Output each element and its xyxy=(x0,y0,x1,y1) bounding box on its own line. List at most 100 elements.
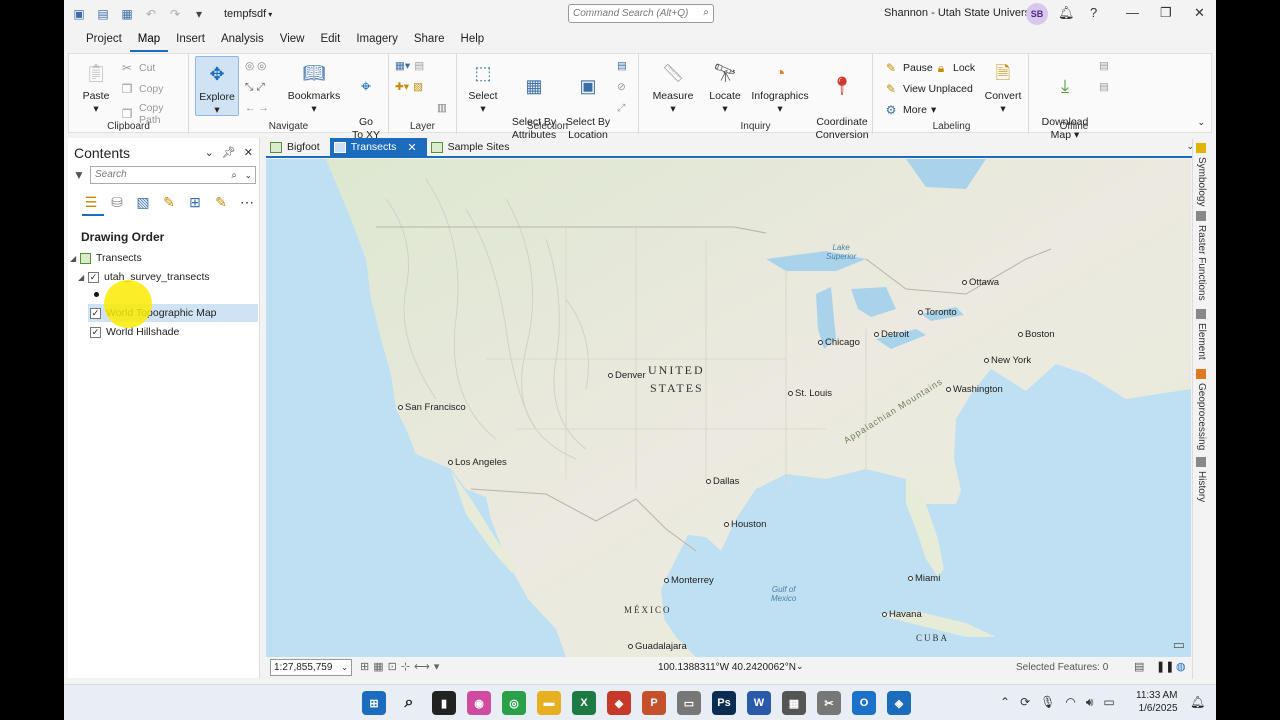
collapse-ribbon-icon[interactable]: ⌄ xyxy=(1197,117,1205,128)
lock-labeling-button[interactable]: 🔒︎ Lock xyxy=(933,60,975,76)
dock-tab-symbology[interactable]: Symbology xyxy=(1196,143,1207,206)
sync-icon[interactable]: ▤ xyxy=(1099,60,1109,72)
scale-select[interactable]: 1:27,855,759 ⌄ xyxy=(270,659,352,676)
search-dropdown-icon[interactable]: ⌄ xyxy=(244,167,252,183)
dock-tab-history[interactable]: History xyxy=(1196,457,1207,502)
tab-map[interactable]: Map xyxy=(129,28,169,52)
infographics-button[interactable]: ◔ Infographics ▾ xyxy=(749,56,811,116)
list-by-snapping-icon[interactable]: ⊞ xyxy=(186,192,204,212)
volume-icon[interactable]: 🔊︎ xyxy=(1086,695,1094,710)
dock-tab-geoprocessing[interactable]: Geoprocessing xyxy=(1196,369,1207,450)
notifications-icon[interactable]: 🔔︎ xyxy=(1058,5,1075,21)
tab-analysis[interactable]: Analysis xyxy=(213,28,272,52)
avatar[interactable]: SB xyxy=(1026,3,1048,25)
microphone-icon[interactable]: 🎙︎ xyxy=(1040,695,1055,710)
taskbar-clock[interactable]: 11:33 AM 1/6/2025 xyxy=(1136,689,1178,715)
select-button[interactable]: ⬚ Select ▾ xyxy=(459,56,507,116)
remote-desktop-icon[interactable]: ▭ xyxy=(677,691,701,715)
tab-project[interactable]: Project xyxy=(78,28,130,52)
list-by-labeling-icon[interactable]: ✎ xyxy=(212,192,230,212)
tab-imagery[interactable]: Imagery xyxy=(348,28,406,52)
arcmap-icon[interactable]: ◆ xyxy=(607,691,631,715)
layer-utah-survey-transects[interactable]: ◢ ✓ utah_survey_transects xyxy=(78,268,210,286)
map-tools-icons[interactable]: ⊞▦⊡⊹⟷▾ xyxy=(360,660,443,673)
close-icon[interactable]: ✕ xyxy=(1194,5,1205,21)
wifi-icon[interactable]: ◠ xyxy=(1065,695,1075,710)
paste-button[interactable]: 📋︎ Paste ▾ xyxy=(71,56,121,116)
snipping-tool-icon[interactable]: ✂ xyxy=(817,691,841,715)
layer-visibility-checkbox[interactable]: ✓ xyxy=(90,307,101,319)
contents-search-input[interactable]: Search ⌕ ⌄ xyxy=(90,166,256,184)
collapse-icon[interactable]: ◢ xyxy=(70,254,80,263)
locate-button[interactable]: 🔭︎ Locate ▾ xyxy=(701,56,749,116)
undo-icon[interactable]: ↶ xyxy=(142,5,160,23)
tab-insert[interactable]: Insert xyxy=(168,28,213,52)
copy-button[interactable]: ❐ Copy xyxy=(119,81,164,97)
show-hidden-icons-icon[interactable]: ⌃ xyxy=(1000,695,1010,710)
tab-sample-sites[interactable]: Sample Sites xyxy=(427,138,520,156)
list-by-drawing-order-icon[interactable]: ☰ xyxy=(82,192,100,212)
coordinate-format-dropdown-icon[interactable]: ⌄ xyxy=(796,661,804,672)
refresh-icon[interactable]: ▤ xyxy=(1134,660,1144,673)
explore-button[interactable]: ✥ Explore ▾ xyxy=(195,56,239,116)
fixed-zoom-icon[interactable]: ⤡ ⤢ xyxy=(245,81,265,94)
layer-visibility-checkbox[interactable]: ✓ xyxy=(88,271,99,283)
tab-transects[interactable]: Transects ✕ xyxy=(329,138,427,156)
pause-labeling-button[interactable]: ✎ Pause xyxy=(883,60,933,76)
save-project-icon[interactable]: ▦ xyxy=(118,5,136,23)
signed-in-user[interactable]: Shannon - Utah State University xyxy=(884,7,1041,19)
tab-view[interactable]: View xyxy=(272,28,313,52)
more-options-icon[interactable]: ⋯ xyxy=(238,192,256,212)
pane-menu-icon[interactable]: ⌄ xyxy=(205,146,214,159)
arcgis-pro-icon[interactable]: ◈ xyxy=(887,691,911,715)
open-project-icon[interactable]: ▤ xyxy=(94,5,112,23)
new-project-icon[interactable]: ▣ xyxy=(70,5,88,23)
start-icon[interactable]: ⊞ xyxy=(362,691,386,715)
more-labeling-button[interactable]: ⚙ More ▾ xyxy=(883,102,937,118)
measure-button[interactable]: 📏︎ Measure ▾ xyxy=(645,56,701,116)
minimize-icon[interactable]: — xyxy=(1126,5,1139,20)
excel-icon[interactable]: X xyxy=(572,691,596,715)
clear-selection-icon[interactable]: ⊘ xyxy=(617,81,626,93)
powerpoint-icon[interactable]: P xyxy=(642,691,666,715)
close-pane-icon[interactable]: ✕ xyxy=(244,146,253,159)
list-by-selection-icon[interactable]: ▧ xyxy=(134,192,152,212)
zoom-full-extent-icon[interactable]: ◎ ◎ xyxy=(245,60,266,72)
collapse-icon[interactable]: ◢ xyxy=(78,273,88,282)
photoshop-icon[interactable]: Ps xyxy=(712,691,736,715)
list-by-editing-icon[interactable]: ✎ xyxy=(160,192,178,212)
filter-icon[interactable]: ▼ xyxy=(73,168,85,182)
project-name[interactable]: tempfsdf xyxy=(224,8,266,20)
basemap-icon[interactable]: ▦▾ ▤ xyxy=(395,60,424,72)
tab-edit[interactable]: Edit xyxy=(312,28,348,52)
zoom-to-selection-icon[interactable]: ⤢ xyxy=(617,102,625,115)
command-search-input[interactable]: Command Search (Alt+Q) ⌕ xyxy=(568,4,714,23)
add-data-icon[interactable]: ✚▾ ▧ xyxy=(395,81,423,93)
project-dropdown-icon[interactable]: ▾ xyxy=(268,10,272,19)
word-icon[interactable]: W xyxy=(747,691,771,715)
chrome-icon[interactable]: ◎ xyxy=(502,691,526,715)
basemap-attribution-icon[interactable]: ▭ xyxy=(1173,637,1185,653)
calculator-icon[interactable]: ▦ xyxy=(782,691,806,715)
add-preset-icon[interactable]: ▥ xyxy=(437,102,447,114)
tab-bigfoot[interactable]: Bigfoot xyxy=(266,138,330,156)
map-view[interactable]: Lake Superior Gulf of Mexico UNITED STAT… xyxy=(266,159,1191,657)
task-view-icon[interactable]: ▮ xyxy=(432,691,456,715)
selected-features-count[interactable]: Selected Features: 0 xyxy=(1016,662,1108,673)
notifications-icon[interactable]: 🔔︎ xyxy=(1190,695,1205,709)
list-by-data-source-icon[interactable]: ⛁ xyxy=(108,192,126,212)
help-icon[interactable]: ? xyxy=(1090,5,1097,20)
redo-icon[interactable]: ↷ xyxy=(166,5,184,23)
tree-map-transects[interactable]: ◢ Transects xyxy=(70,249,142,267)
pin-icon[interactable]: 📌︎ xyxy=(222,146,236,159)
remove-offline-icon[interactable]: ▤ xyxy=(1099,81,1109,93)
cut-button[interactable]: ✂ Cut xyxy=(119,60,155,76)
dock-tab-raster-functions[interactable]: Raster Functions xyxy=(1196,211,1207,301)
bookmarks-button[interactable]: 📖︎ Bookmarks ▾ xyxy=(285,56,343,116)
copilot-icon[interactable]: ◉ xyxy=(467,691,491,715)
layer-symbol[interactable] xyxy=(94,285,99,303)
tab-help[interactable]: Help xyxy=(453,28,493,52)
outlook-icon[interactable]: O xyxy=(852,691,876,715)
sync-icon[interactable]: ⟳ xyxy=(1020,695,1030,710)
attributes-icon[interactable]: ▤ xyxy=(617,60,627,72)
